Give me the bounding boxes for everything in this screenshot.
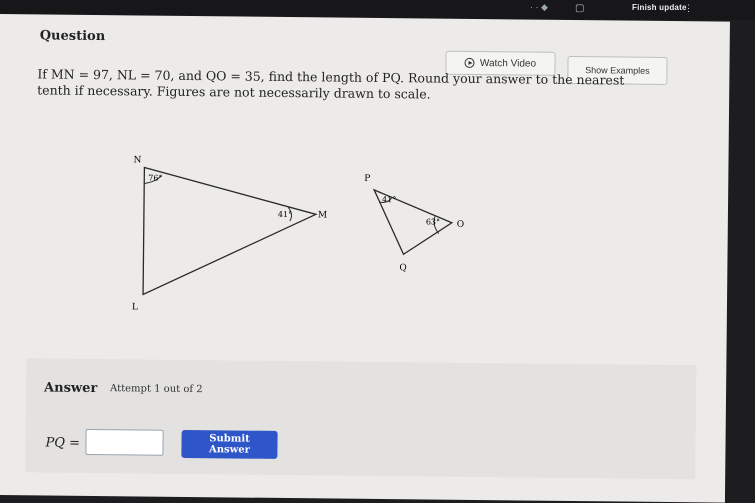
window-icon[interactable]: ▢ (575, 3, 584, 14)
vertex-q-label: Q (399, 263, 406, 273)
vertex-m-label: M (318, 210, 327, 220)
angle-o-label: 63° (426, 217, 440, 226)
pq-label: PQ = (45, 435, 81, 451)
triangle-pqo: P Q O 41° 63° (364, 174, 464, 273)
top-status-dots: · · ◆ (530, 2, 548, 12)
triangle-nlm: N L M 76° 41° (132, 155, 327, 312)
answer-input[interactable] (85, 428, 164, 456)
answer-heading: Answer (44, 380, 98, 397)
finish-update-button[interactable]: Finish update (632, 3, 687, 12)
angle-m-label: 41° (278, 210, 292, 219)
angle-p-label: 41° (382, 195, 396, 204)
answer-panel: Answer Attempt 1 out of 2 PQ = Submit An… (25, 358, 697, 480)
kebab-menu-icon[interactable]: ⋮ (684, 3, 693, 14)
vertex-p-label: P (364, 174, 370, 184)
question-screen: Question Watch Video Show Examples If MN… (0, 14, 730, 503)
submit-answer-button[interactable]: Submit Answer (181, 429, 278, 459)
attempt-counter: Attempt 1 out of 2 (110, 383, 203, 396)
angle-n-label: 76° (148, 174, 162, 183)
triangle-figures: N L M 76° 41° P Q O 41° 63° (132, 155, 464, 312)
vertex-n-label: N (133, 155, 141, 165)
vertex-l-label: L (132, 302, 138, 312)
vertex-o-label: O (457, 220, 464, 230)
